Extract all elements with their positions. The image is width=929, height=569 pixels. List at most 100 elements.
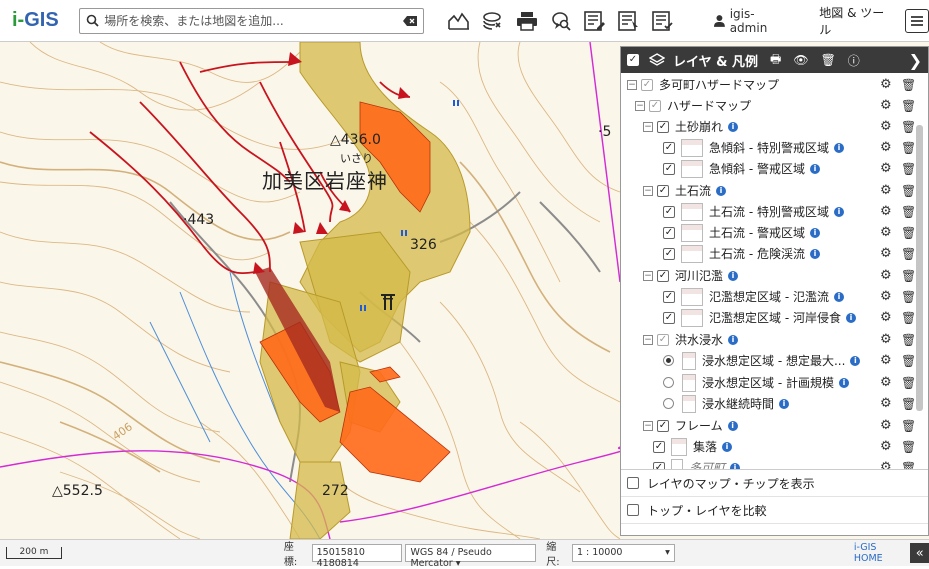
info-icon[interactable]: i <box>809 163 820 174</box>
info-icon[interactable]: i <box>779 398 790 409</box>
layer-checkbox[interactable]: ✓ <box>657 333 669 346</box>
gear-icon[interactable]: ⚙ <box>880 161 892 176</box>
info-icon[interactable]: i <box>809 248 820 259</box>
coord-field[interactable]: 15015810 4180814 <box>311 544 403 569</box>
compare-top-checkbox[interactable] <box>627 504 639 516</box>
trash-icon[interactable]: 🗑 <box>901 78 916 92</box>
elevation-profile-icon[interactable] <box>442 6 476 36</box>
gear-icon[interactable]: ⚙ <box>880 77 892 92</box>
layer-row[interactable]: ✓ 急傾斜 - 特別警戒区域 i ⚙ 🗑 <box>663 137 916 158</box>
gear-icon[interactable]: ⚙ <box>880 119 892 134</box>
layers-stack-icon[interactable] <box>476 6 510 36</box>
gear-icon[interactable]: ⚙ <box>880 225 892 240</box>
layer-checkbox[interactable]: ✓ <box>663 311 675 324</box>
trash-icon[interactable]: 🗑 <box>901 205 916 219</box>
gear-icon[interactable]: ⚙ <box>880 183 892 198</box>
gear-icon[interactable]: ⚙ <box>880 332 892 347</box>
layer-radio[interactable] <box>663 355 674 366</box>
show-chips-option[interactable]: レイヤのマップ・チップを表示 <box>621 470 928 497</box>
gear-icon[interactable]: ⚙ <box>880 204 892 219</box>
gear-icon[interactable]: ⚙ <box>880 268 892 283</box>
list-select-icon[interactable] <box>612 6 646 36</box>
compare-top-option[interactable]: トップ・レイヤを比較 <box>621 497 928 524</box>
layer-checkbox[interactable]: ✓ <box>653 461 665 469</box>
layer-row[interactable]: 浸水想定区域 - 計画規模 i ⚙ 🗑 <box>663 372 916 393</box>
trash-icon[interactable]: 🗑 <box>901 290 916 304</box>
trash-icon[interactable]: 🗑 <box>901 397 916 411</box>
crs-select[interactable]: WGS 84 / Pseudo Mercator ▾ <box>405 544 537 569</box>
layer-checkbox[interactable]: ✓ <box>663 247 675 260</box>
layer-row[interactable]: − ✓ 河川氾濫 i ⚙ 🗑 <box>643 265 916 286</box>
layer-checkbox[interactable]: ✓ <box>663 290 675 303</box>
layer-row[interactable]: 浸水想定区域 - 想定最大... i ⚙ 🗑 <box>663 350 916 371</box>
layer-row[interactable]: − ✓ ハザードマップ ⚙ 🗑 <box>635 95 916 116</box>
trash-icon[interactable]: 🗑 <box>901 226 916 240</box>
trash-icon[interactable]: 🗑 <box>901 461 916 470</box>
trash-icon[interactable]: 🗑 <box>901 120 916 134</box>
gear-icon[interactable]: ⚙ <box>880 310 892 325</box>
panel-info-icon[interactable]: ⓘ <box>848 52 860 69</box>
gear-icon[interactable]: ⚙ <box>880 246 892 261</box>
info-icon[interactable]: i <box>728 334 739 345</box>
layer-radio[interactable] <box>663 377 674 388</box>
gear-icon[interactable]: ⚙ <box>880 439 892 454</box>
collapse-toggle-icon[interactable]: − <box>635 100 645 111</box>
print-legend-icon[interactable]: 🖶 <box>770 50 781 71</box>
layer-row[interactable]: 浸水継続時間 i ⚙ 🗑 <box>663 393 916 414</box>
info-icon[interactable]: i <box>833 206 844 217</box>
layer-row[interactable]: ✓ 氾濫想定区域 - 河岸侵食 i ⚙ 🗑 <box>663 307 916 328</box>
info-icon[interactable]: i <box>845 312 856 323</box>
layer-checkbox[interactable]: ✓ <box>663 141 675 154</box>
home-link[interactable]: i-GIS HOME <box>854 542 905 564</box>
info-icon[interactable]: i <box>727 420 738 431</box>
collapse-statusbar-icon[interactable]: « <box>910 543 929 563</box>
collapse-panel-icon[interactable]: ❯ <box>909 51 922 70</box>
layer-checkbox[interactable]: ✓ <box>663 162 675 175</box>
collapse-toggle-icon[interactable]: − <box>643 185 653 196</box>
layer-row[interactable]: − ✓ フレーム i ⚙ 🗑 <box>643 415 916 436</box>
layer-row[interactable]: − ✓ 土砂崩れ i ⚙ 🗑 <box>643 116 916 137</box>
gear-icon[interactable]: ⚙ <box>880 396 892 411</box>
info-icon[interactable]: i <box>833 142 844 153</box>
layer-row[interactable]: ✓ 多可町 i ⚙ 🗑 <box>653 457 916 469</box>
layer-checkbox[interactable]: ✓ <box>663 226 675 239</box>
trash-icon[interactable]: 🗑 <box>901 440 916 454</box>
user-menu[interactable]: igis-admin <box>713 7 791 35</box>
layer-row[interactable]: ✓ 土石流 - 警戒区域 i ⚙ 🗑 <box>663 222 916 243</box>
collapse-toggle-icon[interactable]: − <box>643 334 653 345</box>
layer-row[interactable]: ✓ 急傾斜 - 警戒区域 i ⚙ 🗑 <box>663 158 916 179</box>
layer-checkbox[interactable]: ✓ <box>657 120 669 133</box>
info-icon[interactable]: i <box>722 441 733 452</box>
hamburger-menu-icon[interactable] <box>905 8 929 33</box>
trash-icon[interactable]: 🗑 <box>901 354 916 368</box>
trash-icon[interactable]: 🗑 <box>901 247 916 261</box>
collapse-toggle-icon[interactable]: − <box>643 121 653 132</box>
layer-checkbox[interactable]: ✓ <box>657 419 669 432</box>
layer-row[interactable]: − ✓ 多可町ハザードマップ ⚙ 🗑 <box>627 74 916 95</box>
layer-checkbox[interactable]: ✓ <box>663 205 675 218</box>
info-icon[interactable]: i <box>850 355 861 366</box>
gear-icon[interactable]: ⚙ <box>880 460 892 469</box>
scale-select[interactable]: 1 : 10000 ▾ <box>571 544 675 562</box>
layer-row[interactable]: ✓ 土石流 - 特別警戒区域 i ⚙ 🗑 <box>663 201 916 222</box>
visibility-eye-icon[interactable]: 👁 <box>793 53 808 67</box>
show-chips-checkbox[interactable] <box>627 477 639 489</box>
collapse-toggle-icon[interactable]: − <box>643 420 653 431</box>
layer-scrollbar[interactable] <box>916 125 923 411</box>
gear-icon[interactable]: ⚙ <box>880 289 892 304</box>
location-search-icon[interactable] <box>544 6 578 36</box>
layer-checkbox[interactable]: ✓ <box>657 184 669 197</box>
search-input[interactable] <box>104 13 403 28</box>
clear-icon[interactable] <box>402 15 417 26</box>
print-icon[interactable] <box>510 6 544 36</box>
collapse-toggle-icon[interactable]: − <box>643 270 653 281</box>
layer-row[interactable]: ✓ 氾濫想定区域 - 氾濫流 i ⚙ 🗑 <box>663 286 916 307</box>
list-edit-icon[interactable] <box>578 6 612 36</box>
layer-row[interactable]: − ✓ 土石流 i ⚙ 🗑 <box>643 180 916 201</box>
trash-icon[interactable]: 🗑 <box>901 141 916 155</box>
trash-icon[interactable]: 🗑 <box>901 311 916 325</box>
info-icon[interactable]: i <box>728 121 739 132</box>
layer-checkbox[interactable]: ✓ <box>653 440 665 453</box>
gear-icon[interactable]: ⚙ <box>880 140 892 155</box>
trash-icon[interactable]: 🗑 <box>901 99 916 113</box>
